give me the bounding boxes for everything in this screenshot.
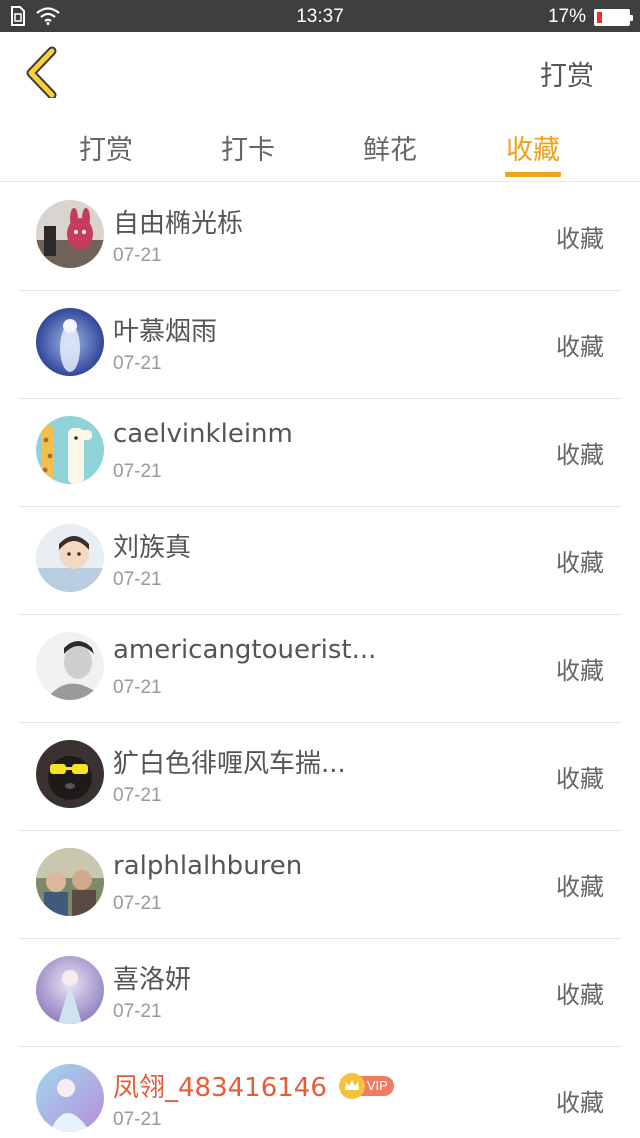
favorite-label: 收藏 [556,1089,604,1117]
user-name-text: 凤翎_483416146 [113,1073,327,1103]
tab-favorites[interactable]: 收藏 [473,128,593,167]
status-icons-right: 17% [547,6,633,28]
favorite-label: 收藏 [556,333,604,361]
user-name: 刘族真 [113,533,192,563]
avatar[interactable] [36,200,104,268]
item-date: 07-21 [113,245,162,266]
favorite-label: 收藏 [556,765,604,793]
list-item[interactable]: 凤翎_483416146 VIP 07-21 收藏 [18,1047,622,1138]
item-date: 07-21 [113,461,162,482]
battery-level [597,11,603,23]
user-name: 自由椭光栎 [113,209,244,239]
favorite-label: 收藏 [556,873,604,901]
list-item[interactable]: caelvinkleinm 07-21 收藏 [18,399,622,507]
tab-flowers[interactable]: 鲜花 [330,128,450,167]
list-item[interactable]: 犷白色徘喱风车揣... 07-21 收藏 [18,723,622,831]
header: 打赏 [0,32,640,112]
status-time: 13:37 [296,6,344,27]
item-date: 07-21 [113,785,162,806]
list-item[interactable]: 叶慕烟雨 07-21 收藏 [18,291,622,399]
favorite-label: 收藏 [556,657,604,685]
user-name: 凤翎_483416146 VIP [113,1067,394,1104]
tab-reward[interactable]: 打赏 [46,128,166,167]
avatar[interactable] [36,740,104,808]
item-date: 07-21 [113,569,162,590]
list-item[interactable]: ralphlalhburen 07-21 收藏 [18,831,622,939]
user-name: 犷白色徘喱风车揣... [113,749,346,779]
avatar[interactable] [36,956,104,1024]
list-item[interactable]: 刘族真 07-21 收藏 [18,507,622,615]
active-tab-indicator [505,172,561,177]
tab-bar: 打赏 打卡 鲜花 收藏 [0,112,640,182]
crown-icon [338,1072,365,1099]
user-name: 喜洛妍 [113,965,192,995]
item-date: 07-21 [113,1001,162,1022]
list-item[interactable]: americangtouerist... 07-21 收藏 [18,615,622,723]
chevron-left-icon [26,46,57,100]
reward-action-button[interactable]: 打赏 [540,54,594,93]
avatar[interactable] [36,1064,104,1132]
list-item[interactable]: 喜洛妍 07-21 收藏 [18,939,622,1047]
vip-badge: VIP [338,1072,394,1099]
user-name: ralphlalhburen [113,851,303,881]
favorite-label: 收藏 [556,225,604,253]
user-name: caelvinkleinm [113,419,293,449]
list-item[interactable]: 自由椭光栎 07-21 收藏 [18,183,622,291]
user-name: americangtouerist... [113,635,377,665]
tab-checkin[interactable]: 打卡 [188,128,308,167]
favorite-label: 收藏 [556,549,604,577]
item-date: 07-21 [113,1109,162,1130]
battery-percent: 17% [547,6,586,27]
avatar[interactable] [36,524,104,592]
item-date: 07-21 [113,677,162,698]
avatar[interactable] [36,848,104,916]
avatar[interactable] [36,308,104,376]
status-bar: 13:37 17% [0,0,640,32]
favorite-label: 收藏 [556,981,604,1009]
avatar[interactable] [36,632,104,700]
favorite-label: 收藏 [556,441,604,469]
back-button[interactable] [22,46,66,100]
item-date: 07-21 [113,893,162,914]
user-name: 叶慕烟雨 [113,317,218,347]
avatar[interactable] [36,416,104,484]
item-date: 07-21 [113,353,162,374]
favorites-list: 自由椭光栎 07-21 收藏 叶慕烟雨 07-21 收藏 caelvinklei… [18,183,622,1138]
battery-icon [594,8,633,26]
